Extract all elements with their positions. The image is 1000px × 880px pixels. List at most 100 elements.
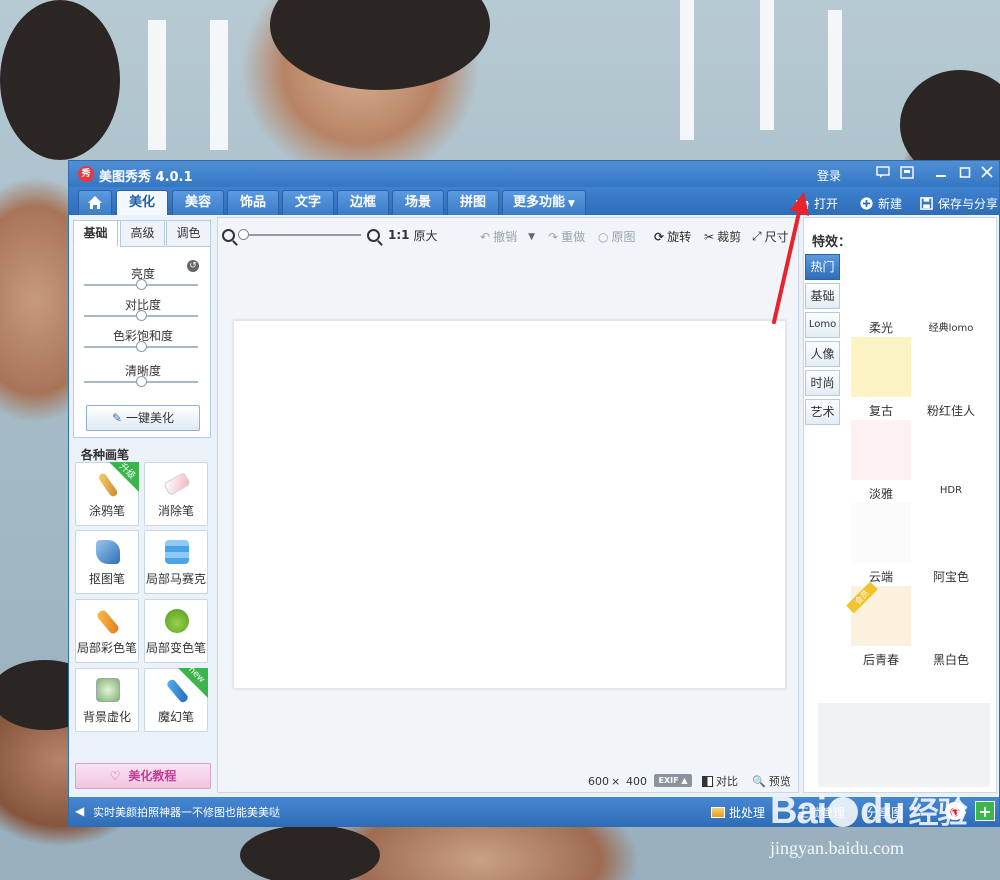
feedback-icon[interactable] xyxy=(875,166,891,181)
tab-collage[interactable]: 拼图 xyxy=(447,190,499,215)
wallpaper-figure xyxy=(0,0,120,160)
effect-thumbnail[interactable] xyxy=(921,420,981,480)
minimize-icon[interactable] xyxy=(933,166,949,181)
crop-button[interactable]: ✂ 裁剪 xyxy=(704,228,741,245)
one-click-label: 一键美化 xyxy=(126,411,175,425)
effect-category-fashion[interactable]: 时尚 xyxy=(805,370,840,396)
tab-beautify[interactable]: 美化 xyxy=(116,190,168,215)
slider-knob[interactable] xyxy=(136,376,147,387)
brightness-slider[interactable] xyxy=(84,279,198,290)
original-size-button[interactable]: 原大 xyxy=(414,227,438,244)
tool-label: 抠图笔 xyxy=(88,572,125,586)
wallpaper-letter xyxy=(148,20,166,150)
skin-icon[interactable] xyxy=(899,166,915,181)
login-link[interactable]: 登录 xyxy=(817,167,841,184)
promo-tip[interactable]: 实时美颜拍照神器一不修图也能美美哒 xyxy=(93,804,280,820)
tab-frame[interactable]: 边框 xyxy=(337,190,389,215)
tutorial-icon: ♡ xyxy=(109,769,121,783)
subtab-color[interactable]: 调色 xyxy=(166,220,211,247)
sharpness-slider[interactable] xyxy=(84,376,198,387)
close-icon[interactable] xyxy=(979,166,995,181)
effect-thumbnail[interactable] xyxy=(851,337,911,397)
eraser-brush-tool[interactable]: 消除笔 xyxy=(144,462,208,526)
tab-text[interactable]: 文字 xyxy=(282,190,334,215)
rotate-icon: ⟳ xyxy=(654,229,665,244)
background-blur-tool[interactable]: 背景虚化 xyxy=(75,668,139,732)
tab-beauty[interactable]: 美容 xyxy=(172,190,224,215)
original-image-button[interactable]: ○ 原图 xyxy=(598,228,636,245)
chevron-down-icon: ▼ xyxy=(568,199,575,209)
plus-circle-icon xyxy=(860,197,873,210)
redo-button[interactable]: ↷ 重做 xyxy=(548,228,585,245)
tab-accessories[interactable]: 饰品 xyxy=(227,190,279,215)
effect-thumbnail[interactable] xyxy=(851,420,911,480)
effect-thumbnail[interactable] xyxy=(851,503,911,563)
batch-button[interactable]: 批处理 xyxy=(711,804,765,821)
slider-knob[interactable] xyxy=(136,279,147,290)
exif-button[interactable]: EXIF ▲ xyxy=(654,774,692,787)
compare-button[interactable]: 对比 xyxy=(702,773,738,789)
zoom-slider[interactable] xyxy=(238,229,361,240)
cutout-brush-tool[interactable]: 抠图笔 xyxy=(75,530,139,594)
home-tab[interactable] xyxy=(78,190,112,215)
window-title: 美图秀秀 4.0.1 xyxy=(99,170,193,185)
partial-recolor-brush-tool[interactable]: 局部变色笔 xyxy=(144,599,208,663)
slider-knob[interactable] xyxy=(136,310,147,321)
slider-knob[interactable] xyxy=(136,341,147,352)
zoom-out-icon[interactable] xyxy=(222,228,235,242)
one-click-beautify-button[interactable]: ✎ 一键美化 xyxy=(86,405,200,431)
new-button[interactable]: 新建 xyxy=(859,195,902,212)
paintbrush-icon xyxy=(95,608,121,636)
saturation-slider[interactable] xyxy=(84,341,198,352)
effect-thumbnail[interactable] xyxy=(921,586,981,646)
effect-category-art[interactable]: 艺术 xyxy=(805,399,840,425)
speaker-icon: ◀ xyxy=(75,804,85,818)
tool-label: 魔幻笔 xyxy=(157,710,194,724)
tool-label: 背景虚化 xyxy=(82,710,131,724)
beautify-tutorial-button[interactable]: ♡ 美化教程 xyxy=(75,763,211,789)
zoom-slider-knob[interactable] xyxy=(238,229,249,240)
wallpaper-letter xyxy=(680,0,694,140)
zoom-control: 1:1 原大 xyxy=(222,226,438,244)
compare-label: 对比 xyxy=(716,775,738,788)
effect-name: 淡雅 xyxy=(868,487,893,501)
rotate-button[interactable]: ⟳ 旋转 xyxy=(654,228,691,245)
effect-category-portrait[interactable]: 人像 xyxy=(805,341,840,367)
subtab-advanced[interactable]: 高级 xyxy=(120,220,165,247)
title-bar[interactable]: 秀 美图秀秀 4.0.1 登录 xyxy=(69,161,999,187)
mosaic-icon xyxy=(165,540,189,564)
partial-color-brush-tool[interactable]: 局部彩色笔 xyxy=(75,599,139,663)
contrast-slider[interactable] xyxy=(84,310,198,321)
mosaic-brush-tool[interactable]: 局部马赛克 xyxy=(144,530,208,594)
status-row: 600 × 400 EXIF ▲ 对比 🔍 预览 xyxy=(218,771,798,791)
effects-panel: 特效： 热门 基础 Lomo 人像 时尚 艺术 柔光 经典lomo 复古 粉红佳人 淡雅… xyxy=(803,217,997,793)
image-canvas[interactable] xyxy=(233,320,786,689)
wallpaper-letter xyxy=(210,20,228,150)
dimension-separator: × xyxy=(611,775,621,788)
save-share-label: 保存与分享 xyxy=(938,197,999,211)
chevron-down-icon[interactable]: ▼ xyxy=(528,232,535,242)
tab-more-features[interactable]: 更多功能 ▼ xyxy=(502,190,586,215)
undo-button[interactable]: ↶ 撤销 ▼ xyxy=(480,228,535,245)
subtab-basic[interactable]: 基础 xyxy=(73,220,118,247)
effect-thumbnail[interactable] xyxy=(921,337,981,397)
effect-name: 经典lomo xyxy=(928,323,974,334)
preview-icon: 🔍 xyxy=(752,774,766,788)
tool-label: 局部变色笔 xyxy=(145,641,206,655)
annotation-arrow xyxy=(772,192,809,324)
save-share-button[interactable]: 保存与分享 xyxy=(919,195,998,212)
batch-label: 批处理 xyxy=(729,806,766,820)
maximize-icon[interactable] xyxy=(957,166,973,181)
left-panel: 基础 高级 调色 ↺ 亮度 对比度 色彩饱和度 清晰度 ✎ 一键美化 各种画笔 升… xyxy=(73,217,213,793)
effect-thumbnail[interactable] xyxy=(921,503,981,563)
save-icon xyxy=(920,197,933,210)
effect-thumbnail[interactable]: 会员 xyxy=(846,581,911,646)
watermark-brand2: du xyxy=(860,790,905,832)
doodle-brush-tool[interactable]: 升级 涂鸦笔 xyxy=(75,462,139,526)
zoom-in-icon[interactable] xyxy=(367,228,380,242)
watermark-cn: 经验 xyxy=(908,796,968,831)
crop-label: 裁剪 xyxy=(717,230,742,244)
member-badge: 会员 xyxy=(846,581,878,614)
magic-brush-tool[interactable]: new 魔幻笔 xyxy=(144,665,208,732)
tab-scene[interactable]: 场景 xyxy=(392,190,444,215)
